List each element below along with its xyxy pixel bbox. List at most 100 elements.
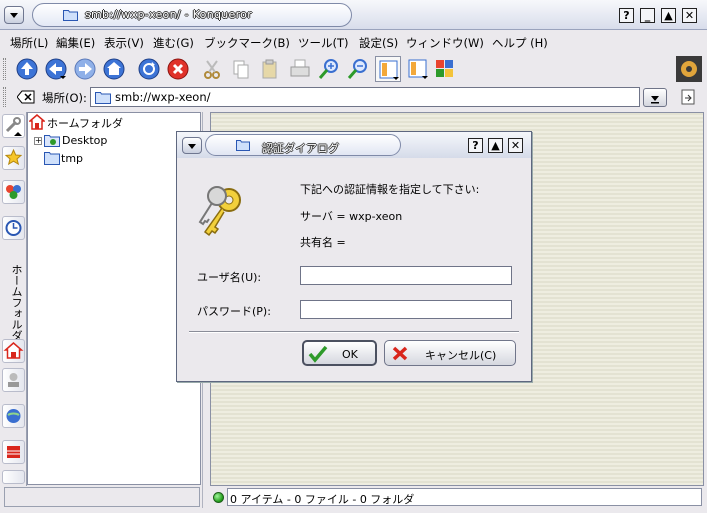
folder-icon (44, 152, 60, 165)
folder-tree: ホームフォルダ + Desktop tmp (27, 112, 201, 485)
window-title: smb://wxp-xeon/ - Konqueror (85, 8, 253, 21)
stop-icon[interactable] (165, 56, 191, 82)
menu-settings[interactable]: 設定(S) (359, 35, 398, 51)
print-icon[interactable] (287, 56, 313, 82)
chevron-down-icon (651, 96, 659, 104)
menu-go[interactable]: 進む(G) (153, 35, 194, 51)
window-title-bar: smb://wxp-xeon/ - Konqueror ? _ ▲ ✕ (0, 0, 707, 30)
folder-icon (95, 92, 111, 104)
password-label: パスワード(P): (197, 305, 271, 318)
menu-window[interactable]: ウィンドウ(W) (406, 35, 484, 51)
kde-gear-icon (676, 56, 702, 82)
close-button[interactable]: ✕ (682, 8, 697, 23)
clock-icon (5, 220, 22, 236)
location-bar: 場所(O): smb://wxp-xeon/ (0, 85, 707, 109)
dialog-title-bar: 認証ダイアログ ? ▲ ✕ (177, 132, 531, 158)
forward-arrow-icon[interactable] (72, 56, 98, 82)
zoom-in-icon[interactable] (316, 56, 342, 82)
tree-item-tmp[interactable]: tmp (61, 152, 83, 165)
location-value: smb://wxp-xeon/ (115, 90, 211, 104)
view-mode-icon[interactable] (375, 56, 401, 82)
wrench-icon (5, 117, 22, 136)
status-text: 0 アイテム - 0 ファイル - 0 フォルダ (227, 488, 702, 506)
copy-icon[interactable] (228, 56, 254, 82)
window-menu-button[interactable] (4, 6, 24, 24)
menu-bookmarks[interactable]: ブックマーク(B) (204, 35, 290, 51)
home-icon[interactable] (101, 56, 127, 82)
dialog-share-line: 共有名 = (300, 236, 346, 249)
cancel-button-label: キャンセル(C) (425, 349, 497, 362)
location-dropdown-button[interactable] (643, 88, 667, 107)
menu-location[interactable]: 場所(L) (10, 35, 48, 51)
dialog-separator (189, 331, 519, 333)
sidebar-tab-more[interactable] (2, 470, 25, 484)
dialog-close-button[interactable]: ✕ (508, 138, 523, 153)
main-toolbar (0, 54, 707, 84)
status-bar: 0 アイテム - 0 ファイル - 0 フォルダ (210, 487, 704, 507)
keys-icon (198, 186, 241, 237)
view-mode-3-icon[interactable] (432, 56, 458, 82)
reload-icon[interactable] (136, 56, 162, 82)
star-icon (4, 148, 23, 166)
dialog-server-line: サーバ = wxp-xeon (300, 210, 403, 223)
auth-dialog: 認証ダイアログ ? ▲ ✕ 下記への認証情報を指定して下さい: サーバ = wx… (176, 131, 532, 382)
password-field[interactable] (300, 300, 512, 319)
window-title-pill: smb://wxp-xeon/ - Konqueror (32, 3, 352, 27)
username-field[interactable] (300, 266, 512, 285)
location-label: 場所(O): (42, 91, 87, 105)
sidebar-tab-network[interactable] (2, 368, 25, 392)
network-icon (8, 373, 19, 387)
up-arrow-icon[interactable] (14, 56, 40, 82)
paste-icon[interactable] (257, 56, 283, 82)
devices-icon (6, 185, 21, 199)
folder-icon (63, 10, 78, 21)
cancel-button[interactable]: キャンセル(C) (384, 340, 516, 366)
sidebar-tab-services[interactable] (2, 440, 25, 464)
dialog-menu-button[interactable] (182, 137, 202, 154)
menu-help[interactable]: ヘルプ (H) (492, 35, 548, 51)
dialog-title: 認証ダイアログ (262, 142, 339, 155)
drawer-icon (7, 446, 20, 458)
cancel-x-icon (392, 346, 408, 361)
username-label: ユーザ名(U): (197, 271, 262, 284)
go-icon[interactable] (680, 89, 696, 106)
minimize-button[interactable]: _ (640, 8, 655, 23)
location-input[interactable]: smb://wxp-xeon/ (90, 87, 640, 107)
tree-item-home[interactable]: ホームフォルダ (47, 115, 123, 131)
maximize-button[interactable]: ▲ (661, 8, 676, 23)
sidebar-tab-web[interactable] (2, 404, 25, 428)
check-icon (308, 345, 328, 363)
zoom-out-icon[interactable] (345, 56, 371, 82)
home-icon (29, 114, 45, 130)
sidebar-tab-config[interactable] (2, 114, 25, 138)
desktop-folder-icon (44, 135, 60, 147)
menu-bar: 場所(L) 編集(E) 表示(V) 進む(G) ブックマーク(B) ツール(T)… (0, 31, 707, 53)
menu-tools[interactable]: ツール(T) (298, 35, 349, 51)
sidebar-tab-home[interactable] (2, 339, 25, 363)
sidebar-tab-history[interactable] (2, 216, 25, 240)
locationbar-grip[interactable] (3, 87, 6, 107)
ok-button[interactable]: OK (302, 340, 377, 366)
home-icon (3, 342, 24, 359)
sidebar-tab-home-label[interactable]: ホームフォルダ (4, 252, 24, 352)
globe-icon (6, 409, 21, 423)
menu-edit[interactable]: 編集(E) (56, 35, 95, 51)
dialog-help-button[interactable]: ? (468, 138, 483, 153)
back-arrow-icon[interactable] (43, 56, 69, 82)
ok-button-label: OK (342, 348, 358, 361)
menu-view[interactable]: 表示(V) (104, 35, 144, 51)
toolbar-grip[interactable] (3, 58, 6, 80)
clear-location-icon[interactable] (17, 90, 35, 104)
tree-panel-footer (4, 487, 200, 507)
help-button[interactable]: ? (619, 8, 634, 23)
dialog-maximize-button[interactable]: ▲ (488, 138, 503, 153)
cut-icon[interactable] (199, 56, 225, 82)
dialog-title-pill: 認証ダイアログ (205, 134, 401, 156)
tree-expand-toggle[interactable]: + (34, 137, 42, 145)
sidebar-tabs: ホームフォルダ (0, 112, 27, 486)
view-mode-2-icon[interactable] (405, 56, 431, 82)
tree-item-desktop[interactable]: Desktop (62, 134, 107, 147)
sidebar-tab-devices[interactable] (2, 180, 25, 204)
dialog-message: 下記への認証情報を指定して下さい: (300, 183, 480, 196)
sidebar-tab-bookmarks[interactable] (2, 146, 25, 170)
